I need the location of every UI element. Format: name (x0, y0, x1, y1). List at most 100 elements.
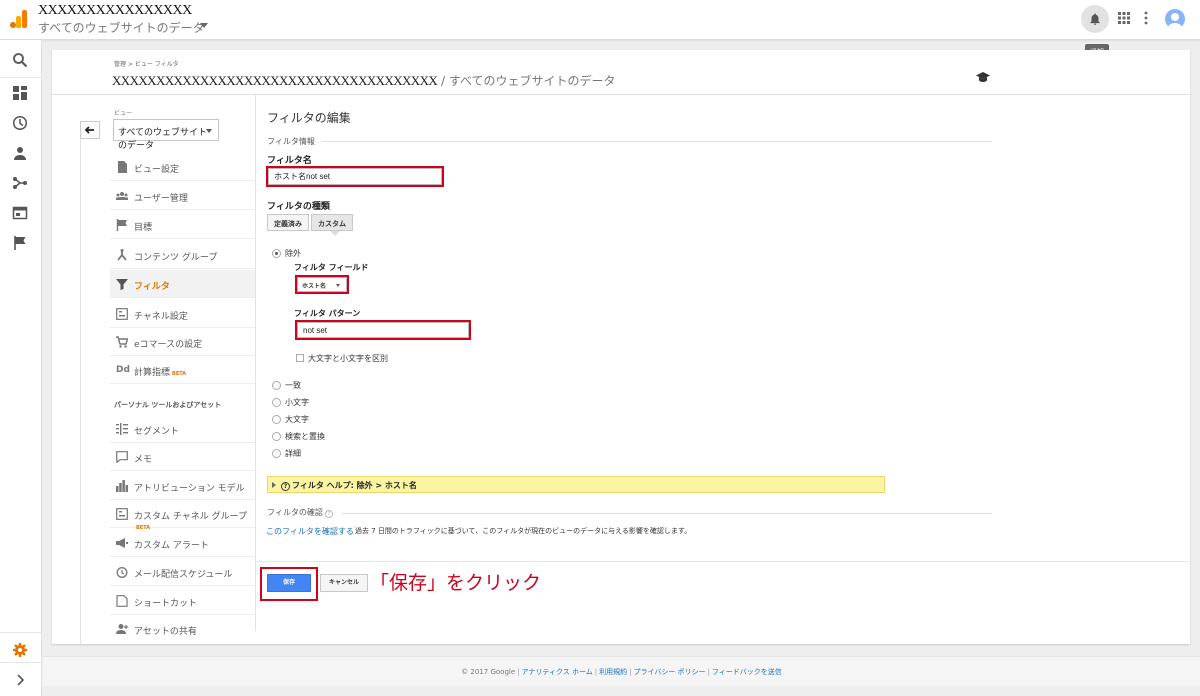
radio-exclude[interactable] (272, 249, 281, 258)
avatar[interactable] (1165, 9, 1185, 29)
share-icon (116, 624, 128, 634)
nav-item-custom-channel-groups[interactable]: カスタム チャネル グループBETA (110, 500, 255, 531)
verify-heading: フィルタの確認? (267, 507, 333, 518)
selected-pointer-icon (330, 231, 340, 236)
annotation-click-save: 「保存」をクリック (370, 572, 542, 594)
view-select[interactable]: すべてのウェブサイトのデータ (113, 119, 219, 151)
apps-grid-icon[interactable] (1118, 12, 1130, 24)
nav-item-channel-settings[interactable]: チャネル設定 (110, 300, 255, 328)
cart-icon (116, 336, 128, 348)
expand-triangle-icon (272, 482, 276, 488)
shortcut-icon (116, 595, 128, 607)
nav-item-share-assets[interactable]: アセットの共有 (110, 615, 255, 643)
filter-type-custom-button[interactable]: カスタム (311, 214, 353, 231)
document-icon (118, 161, 127, 173)
footer-link-feedback[interactable]: フィードバックを送信 (712, 668, 782, 676)
audience-icon[interactable] (12, 145, 28, 161)
radio-advanced-label: 詳細 (285, 449, 301, 458)
chevron-down-icon (206, 129, 212, 133)
content-group-icon (117, 249, 127, 261)
filter-type-predefined-button[interactable]: 定義済み (267, 214, 309, 231)
filter-info-heading: フィルタ情報 (267, 137, 315, 146)
nav-item-user-management[interactable]: ユーザー管理 (110, 182, 255, 210)
radio-search-replace[interactable] (272, 432, 281, 441)
verify-description: 過去 7 日間のトラフィックに基づいて、このフィルタが現在のビューのデータに与え… (355, 527, 692, 535)
radio-match-label: 一致 (285, 381, 301, 390)
filter-pattern-label: フィルタ パターン (294, 309, 361, 318)
conversions-icon[interactable] (12, 235, 28, 251)
more-vert-icon[interactable] (1143, 11, 1149, 25)
filter-field-label: フィルタ フィールド (294, 263, 369, 272)
filter-help-bar[interactable]: ? フィルタ ヘルプ: 除外 > ホスト名 (267, 476, 885, 493)
radio-search-replace-label: 検索と置換 (285, 432, 325, 441)
view-column-label: ビュー (114, 110, 133, 117)
chevron-right-icon[interactable] (12, 672, 28, 688)
nav-item-custom-alerts[interactable]: カスタム アラート (110, 529, 255, 557)
back-button[interactable] (80, 121, 100, 139)
nav-item-calculated-metrics[interactable]: Dd 計算指標 BETA (110, 356, 255, 384)
filter-type-label: フィルタの種類 (267, 202, 330, 212)
arrow-back-icon (84, 126, 94, 134)
filter-pattern-input[interactable] (295, 320, 471, 340)
realtime-icon[interactable] (12, 115, 28, 131)
left-rail (0, 40, 42, 696)
radio-match[interactable] (272, 381, 281, 390)
property-title: XXXXXXXXXXXXXXXXXXXXXXXXXXXXXXXXXXXXX / … (112, 72, 616, 89)
verify-filter-link[interactable]: このフィルタを確認する (266, 526, 354, 537)
view-selector-label[interactable]: すべてのウェブサイトのデータ (38, 19, 205, 36)
radio-advanced[interactable] (272, 449, 281, 458)
account-name[interactable]: XXXXXXXXXXXXXXXX (38, 3, 192, 19)
analytics-logo-icon[interactable] (10, 10, 28, 28)
radio-uppercase-label: 大文字 (285, 415, 309, 424)
attribution-icon (116, 480, 128, 492)
acquisition-icon[interactable] (12, 175, 28, 191)
top-bar: XXXXXXXXXXXXXXXX すべてのウェブサイトのデータ (0, 0, 1200, 40)
footer-link-analytics-home[interactable]: アナリティクス ホーム (522, 668, 593, 676)
filter-name-label: フィルタ名 (267, 156, 312, 166)
case-sensitive-checkbox[interactable] (296, 354, 304, 362)
users-icon (116, 192, 128, 200)
help-icon: ? (281, 482, 290, 491)
property-name: XXXXXXXXXXXXXXXXXXXXXXXXXXXXXXXXXXXXX (112, 73, 438, 88)
radio-lowercase[interactable] (272, 398, 281, 407)
search-icon[interactable] (12, 52, 28, 68)
cancel-button[interactable]: キャンセル (320, 574, 368, 592)
filter-icon (116, 279, 128, 290)
help-icon[interactable]: ? (324, 510, 333, 518)
customization-icon[interactable] (12, 85, 28, 101)
footer-link-terms[interactable]: 利用規約 (599, 668, 627, 676)
page-title: フィルタの編集 (267, 111, 351, 125)
footer: © 2017 Google | アナリティクス ホーム | 利用規約 | プライバシー ポリ… (43, 656, 1200, 686)
notification-bell-button[interactable] (1081, 5, 1109, 33)
breadcrumb[interactable]: 管理 > ビュー フィルタ (114, 59, 179, 68)
nav-item-filters[interactable]: フィルタ (110, 270, 255, 298)
nav-item-shortcuts[interactable]: ショートカット (110, 587, 255, 615)
calc-metric-icon: Dd (116, 365, 130, 375)
behavior-icon[interactable] (12, 205, 28, 221)
filter-name-input[interactable] (266, 166, 444, 187)
personal-tools-heading: パーソナル ツールおよびアセット (114, 401, 222, 409)
nav-item-notes[interactable]: メモ (110, 443, 255, 471)
case-sensitive-label: 大文字と小文字を区別 (308, 354, 388, 363)
nav-item-attribution-models[interactable]: アトリビューション モデル (110, 472, 255, 500)
nav-item-ecommerce-settings[interactable]: eコマースの設定 (110, 328, 255, 356)
note-icon (116, 451, 128, 463)
filter-field-dropdown[interactable]: ホスト名 (295, 275, 349, 294)
copyright: © 2017 Google (461, 668, 516, 676)
nav-item-goals[interactable]: 目標 (110, 211, 255, 239)
chevron-down-icon (336, 284, 340, 287)
radio-uppercase[interactable] (272, 415, 281, 424)
chevron-down-icon[interactable] (200, 23, 208, 28)
nav-item-content-grouping[interactable]: コンテンツ グループ (110, 241, 255, 269)
nav-item-view-settings[interactable]: ビュー設定 (110, 153, 255, 181)
footer-link-privacy[interactable]: プライバシー ポリシー (633, 668, 705, 676)
admin-gear-icon[interactable] (12, 642, 28, 658)
schedule-icon (116, 567, 128, 578)
nav-item-scheduled-emails[interactable]: メール配信スケジュール (110, 558, 255, 586)
graduation-cap-icon[interactable] (976, 72, 990, 82)
save-button[interactable]: 保存 (267, 574, 311, 592)
flag-icon (116, 219, 127, 231)
bell-icon (1090, 13, 1100, 25)
nav-item-segments[interactable]: セグメント (110, 415, 255, 443)
radio-exclude-label: 除外 (285, 249, 301, 258)
